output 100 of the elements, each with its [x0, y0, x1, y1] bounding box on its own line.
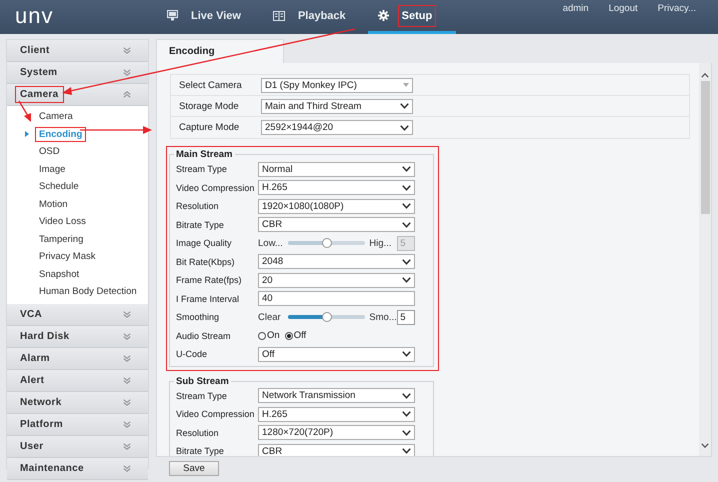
dropdown[interactable]: H.265	[258, 180, 415, 196]
slider-thumb[interactable]	[322, 312, 332, 322]
chevron-down-icon	[402, 430, 411, 436]
radio-button[interactable]: Off	[284, 330, 306, 342]
dropdown[interactable]: CBR	[258, 444, 415, 456]
slider-track[interactable]	[288, 315, 366, 320]
field-label: Video Compression	[176, 182, 256, 193]
sidebar-section[interactable]: Client	[7, 40, 148, 62]
double-chevron-down-icon	[123, 442, 131, 450]
input-field[interactable]: 40	[258, 291, 415, 306]
header-link[interactable]: Logout	[608, 3, 638, 14]
radio-button[interactable]: On	[258, 330, 280, 342]
dropdown[interactable]: 20	[258, 272, 415, 288]
sidebar-item[interactable]: Human Body Detection	[35, 284, 141, 300]
settings-icon	[378, 10, 389, 21]
double-chevron-up-icon	[123, 91, 131, 98]
dropdown[interactable]: 1920×1080(1080P)	[258, 198, 415, 214]
field-label: U-Code	[176, 349, 208, 360]
dropdown[interactable]: Off	[258, 346, 415, 362]
sidebar-section[interactable]: Alarm	[7, 348, 148, 370]
dropdown[interactable]: 2048	[258, 254, 415, 270]
nav-tab[interactable]: Setup	[368, 0, 456, 34]
chevron-down-icon	[402, 222, 411, 228]
group-title: Sub Stream	[175, 376, 230, 386]
sidebar-section[interactable]: Hard Disk	[7, 326, 148, 348]
slider-max-label: Smo...	[368, 312, 398, 323]
sidebar-section[interactable]: Network	[7, 392, 148, 414]
chevron-down-icon	[402, 203, 411, 210]
field-label: Stream Type	[176, 390, 228, 401]
header-link[interactable]: admin	[562, 3, 589, 14]
sidebar-section[interactable]: Alert	[7, 370, 148, 392]
save-button[interactable]: Save	[169, 461, 219, 476]
double-chevron-down-icon	[123, 69, 131, 76]
dropdown[interactable]: CBR	[258, 217, 415, 232]
dropdown[interactable]: Network Transmission	[258, 388, 415, 404]
group-title: Main Stream	[175, 149, 234, 160]
sidebar-section[interactable]: Camera	[7, 84, 148, 106]
sidebar-item[interactable]: Motion	[35, 196, 72, 212]
field-label: Resolution	[176, 201, 220, 212]
chevron-down-icon	[402, 184, 411, 191]
chevron-down-icon	[402, 351, 411, 358]
sidebar-item[interactable]: OSD	[35, 144, 64, 160]
sidebar-section[interactable]: System	[7, 62, 148, 84]
dropdown[interactable]: H.265	[258, 406, 415, 422]
dropdown[interactable]: 1280×720(720P)	[258, 425, 415, 440]
slider-max-label: Hig...	[368, 238, 392, 249]
sidebar-item[interactable]: Schedule	[35, 179, 83, 194]
logo: unv	[15, 3, 54, 29]
chevron-down-icon	[402, 258, 411, 265]
sidebar-item[interactable]: Snapshot	[35, 266, 84, 282]
sidebar-item[interactable]: Image	[35, 162, 70, 177]
dropdown[interactable]: D1 (Spy Monkey IPC)	[261, 78, 413, 92]
sidebar-item[interactable]: Encoding	[35, 126, 86, 142]
scrollbar-thumb[interactable]	[700, 81, 710, 214]
double-chevron-down-icon	[123, 332, 131, 340]
field-label: Stream Type	[176, 164, 228, 174]
field-label: Storage Mode	[178, 100, 240, 112]
double-chevron-down-icon	[123, 464, 131, 472]
scroll-up-icon	[701, 73, 709, 78]
double-chevron-down-icon	[123, 354, 131, 362]
selection-marker-icon	[25, 131, 29, 138]
slider-track[interactable]	[288, 241, 366, 246]
field-label: Resolution	[176, 428, 220, 438]
scrollbar[interactable]	[699, 63, 711, 456]
sidebar-section[interactable]: VCA	[7, 304, 148, 326]
field-label: Frame Rate(fps)	[176, 275, 243, 286]
dropdown[interactable]: Normal	[258, 162, 415, 177]
annotation-arrow	[18, 100, 31, 122]
double-chevron-down-icon	[123, 398, 131, 406]
dropdown[interactable]: Main and Third Stream	[261, 98, 413, 114]
book-icon	[272, 10, 285, 20]
slider-min-label: Low...	[258, 238, 284, 249]
annotation-arrow	[80, 126, 152, 134]
caret-down-icon	[403, 83, 409, 87]
tab[interactable]: Encoding	[156, 39, 284, 63]
nav-tab[interactable]: Live View	[157, 0, 255, 34]
header-link[interactable]: Privacy...	[658, 3, 696, 14]
nav-tab[interactable]: Playback	[262, 0, 360, 34]
chevron-down-icon	[400, 103, 409, 109]
chevron-down-icon	[402, 392, 411, 399]
field-label: Bit Rate(Kbps)	[176, 256, 236, 267]
dropdown[interactable]: 2592×1944@20	[261, 120, 413, 135]
chevron-down-icon	[402, 166, 411, 172]
sidebar-item[interactable]: Tampering	[35, 232, 88, 247]
sidebar-section[interactable]: User	[7, 436, 148, 458]
field-label: Video Compression	[176, 409, 256, 420]
field-label: Bitrate Type	[176, 446, 225, 456]
sidebar-item[interactable]: Camera	[35, 109, 77, 124]
field-label: I Frame Interval	[176, 294, 240, 304]
input-field[interactable]: 5	[397, 310, 415, 325]
double-chevron-down-icon	[123, 420, 131, 428]
field-label: Capture Mode	[178, 122, 240, 133]
sidebar-section[interactable]: Platform	[7, 414, 148, 436]
sidebar-item[interactable]: Video Loss	[35, 214, 90, 230]
field-label: Image Quality	[176, 238, 233, 248]
chevron-down-icon	[402, 448, 411, 454]
sidebar-item[interactable]: Privacy Mask	[35, 249, 100, 264]
chevron-down-icon	[402, 277, 411, 284]
sidebar-section[interactable]: Maintenance	[7, 458, 148, 480]
chevron-down-icon	[400, 124, 409, 130]
